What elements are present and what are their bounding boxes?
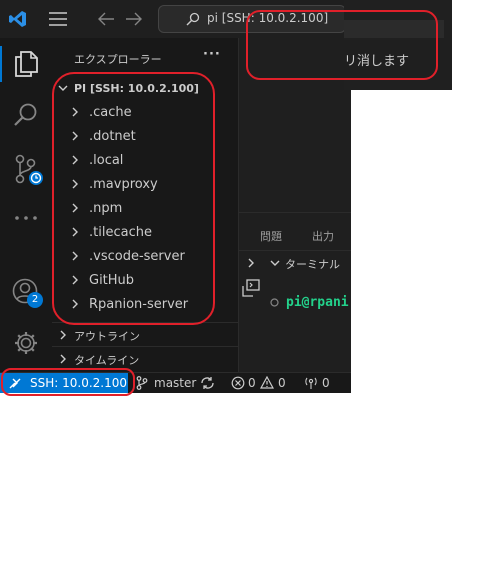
sync-icon[interactable]	[200, 376, 215, 390]
vscode-logo-icon	[8, 9, 28, 29]
terminal-prompt[interactable]: pi@rpani	[286, 295, 349, 310]
warning-icon[interactable]	[260, 376, 274, 389]
chevron-down-icon[interactable]	[270, 260, 280, 267]
menu-icon[interactable]	[49, 12, 67, 26]
ports-icon[interactable]	[304, 376, 318, 390]
forward-arrow-icon[interactable]	[125, 11, 143, 27]
panel-tab-divider	[239, 250, 351, 251]
error-icon[interactable]	[231, 376, 245, 390]
explorer-icon[interactable]	[13, 50, 39, 78]
chevron-right-icon[interactable]	[248, 258, 255, 268]
outline-section-header[interactable]: アウトライン	[58, 325, 234, 345]
explorer-title: エクスプローラー	[74, 53, 162, 66]
terminal-label[interactable]: ターミナル	[285, 256, 340, 272]
timeline-label: タイムライン	[74, 354, 140, 367]
annotation-circle-remote	[1, 368, 135, 396]
chevron-right-icon	[60, 330, 67, 340]
chevron-right-icon	[60, 354, 67, 364]
git-branch-icon[interactable]	[136, 376, 148, 390]
gear-icon[interactable]	[13, 330, 39, 356]
error-count: 0	[248, 376, 256, 390]
panel-divider	[239, 212, 351, 213]
activity-bar: 2	[0, 38, 52, 372]
new-terminal-icon[interactable]	[242, 279, 260, 297]
back-arrow-icon[interactable]	[97, 11, 115, 27]
warning-count: 0	[278, 376, 286, 390]
ports-count: 0	[322, 376, 330, 390]
branch-label[interactable]: master	[154, 376, 196, 390]
terminal-status-icon	[270, 298, 279, 307]
active-indicator	[0, 46, 2, 82]
more-views-icon[interactable]	[14, 214, 38, 222]
tab-output[interactable]: 出力	[312, 228, 334, 244]
source-control-icon[interactable]	[14, 154, 44, 186]
tab-problems[interactable]: 問題	[260, 228, 282, 244]
outline-label: アウトライン	[74, 330, 140, 343]
accounts-badge: 2	[27, 292, 43, 308]
more-actions-icon[interactable]: ···	[203, 47, 221, 62]
timeline-section-header[interactable]: タイムライン	[58, 349, 234, 369]
annotation-circle-title	[246, 10, 438, 80]
annotation-circle-folder-tree	[52, 72, 215, 325]
search-icon	[186, 12, 200, 26]
editor-area	[239, 38, 351, 372]
search-view-icon[interactable]	[13, 102, 39, 128]
divider	[52, 346, 238, 347]
